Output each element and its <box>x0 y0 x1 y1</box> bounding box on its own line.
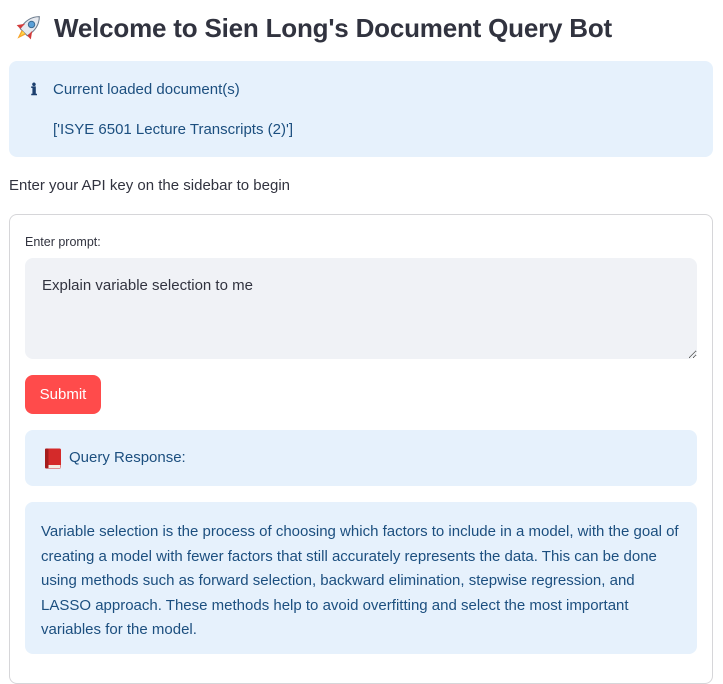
loaded-documents-list: ['ISYE 6501 Lecture Transcripts (2)'] <box>53 121 293 138</box>
page-header: Welcome to Sien Long's Document Query Bo… <box>10 8 612 48</box>
page-title: Welcome to Sien Long's Document Query Bo… <box>54 12 613 43</box>
prompt-input[interactable]: Explain variable selection to me <box>25 258 697 359</box>
rocket-icon <box>16 16 40 40</box>
book-icon <box>45 448 61 469</box>
api-key-hint: Enter your API key on the sidebar to beg… <box>9 177 291 194</box>
query-response-header: Query Response: <box>25 430 697 486</box>
info-icon: ℹ <box>31 80 38 99</box>
query-response-label: Query Response: <box>69 449 186 466</box>
prompt-label: Enter prompt: <box>25 235 101 249</box>
query-response-text: Variable selection is the process of cho… <box>41 523 679 638</box>
loaded-documents-info: ℹ Current loaded document(s) ['ISYE 6501… <box>9 61 713 157</box>
loaded-documents-heading: Current loaded document(s) <box>53 81 240 98</box>
query-form: Enter prompt: Explain variable selection… <box>9 214 713 684</box>
query-response-body: Variable selection is the process of cho… <box>25 502 697 654</box>
submit-button[interactable]: Submit <box>25 375 101 414</box>
